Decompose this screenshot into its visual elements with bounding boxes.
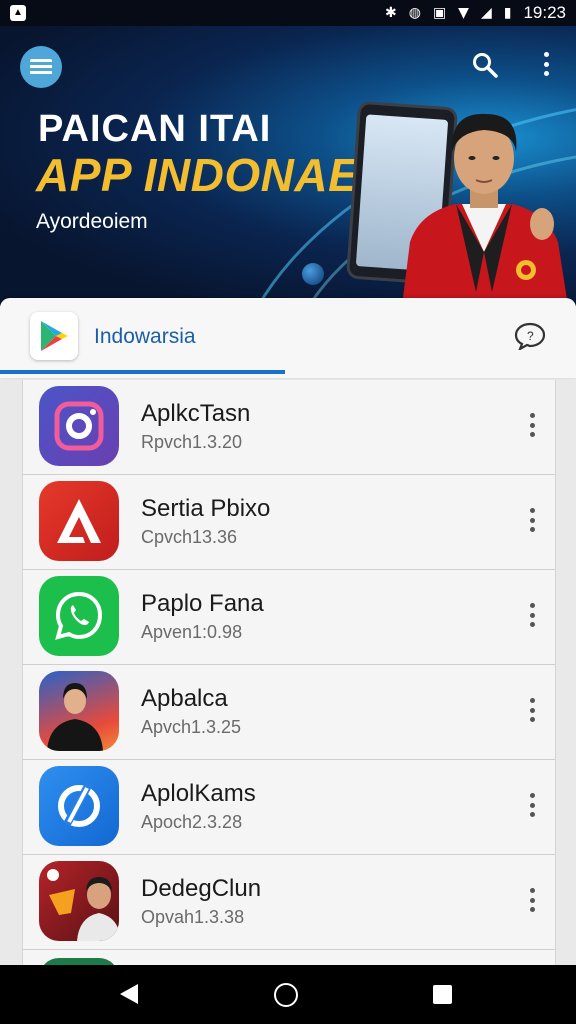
duo-portrait-app-icon: [39, 861, 119, 941]
navigation-bar: [0, 965, 576, 1024]
menu-icon: [30, 59, 52, 75]
app-name: AplolKams: [141, 780, 256, 807]
list-item[interactable]: DedegClun Opvah1.3.38: [23, 855, 555, 950]
svg-text:?: ?: [527, 329, 534, 343]
app-version: Apvch1.3.25: [141, 717, 242, 737]
home-icon[interactable]: [274, 983, 298, 1007]
presenter-image: [402, 113, 568, 306]
notification-icon: ▲: [10, 5, 26, 21]
vibrate-icon: ◍: [408, 5, 421, 21]
back-icon[interactable]: [118, 982, 140, 1006]
tab-header: Indowarsia ?: [0, 298, 576, 378]
app-version: Apoch2.3.28: [141, 812, 243, 832]
tab-indowarsia[interactable]: Indowarsia: [94, 325, 196, 349]
more-options-icon[interactable]: [523, 603, 541, 627]
list-item[interactable]: AplolKams Apoch2.3.28: [23, 760, 555, 855]
app-list: AplkcTasn Rpvch1.3.20 Sertia Pbixo Cpvch…: [22, 380, 556, 970]
status-time: 19:23: [523, 3, 566, 22]
bluetooth-icon: ✱: [384, 5, 397, 21]
app-name: DedegClun: [141, 875, 262, 902]
app-version: Opvah1.3.38: [141, 907, 245, 927]
nfc-icon: ▣: [432, 5, 447, 21]
list-item[interactable]: Apbalca Apvch1.3.25: [23, 665, 555, 760]
status-bar: ▲ ✱ ◍ ▣ ▼ ◢ ▮ 19:23: [0, 0, 576, 26]
hero-subtitle: Ayordeoiem: [36, 210, 148, 233]
camera-app-icon: [39, 386, 119, 466]
app-name: AplkcTasn: [141, 400, 251, 427]
orb-decoration: [302, 263, 324, 285]
signal-icon: ◢: [480, 5, 492, 21]
app-name: Sertia Pbixo: [141, 495, 271, 522]
more-options-icon[interactable]: [523, 888, 541, 912]
list-item[interactable]: Paplo Fana Apven1:0.98: [23, 570, 555, 665]
app-version: Apven1:0.98: [141, 622, 243, 642]
hero-title-line1: PAICAN ITAI: [38, 108, 272, 150]
more-options-icon[interactable]: [523, 413, 541, 437]
app-name: Paplo Fana: [141, 590, 264, 617]
menu-button[interactable]: [20, 46, 62, 88]
list-item[interactable]: AplkcTasn Rpvch1.3.20: [23, 380, 555, 475]
blue-circle-app-icon: [39, 766, 119, 846]
more-options-icon[interactable]: [523, 698, 541, 722]
more-options-icon[interactable]: [523, 508, 541, 532]
overflow-menu-icon[interactable]: [534, 50, 558, 78]
whatsapp-icon: [39, 576, 119, 656]
app-version: Cpvch13.36: [141, 527, 238, 547]
tab-indicator: [0, 370, 285, 374]
wifi-icon: ▼: [458, 5, 469, 21]
search-icon[interactable]: [472, 52, 498, 78]
recent-apps-icon[interactable]: [433, 985, 452, 1004]
list-item[interactable]: Sertia Pbixo Cpvch13.36: [23, 475, 555, 570]
app-version: Rpvch1.3.20: [141, 432, 243, 452]
red-a-app-icon: [39, 481, 119, 561]
battery-icon: ▮: [503, 5, 512, 21]
app-name: Apbalca: [141, 685, 228, 712]
hero-banner: PAICAN ITAI APP INDONAESA Ayordeoiem: [0, 26, 576, 306]
portrait-app-icon: [39, 671, 119, 751]
play-store-icon[interactable]: [30, 312, 78, 360]
chat-bubble-icon[interactable]: ?: [514, 322, 546, 350]
more-options-icon[interactable]: [523, 793, 541, 817]
